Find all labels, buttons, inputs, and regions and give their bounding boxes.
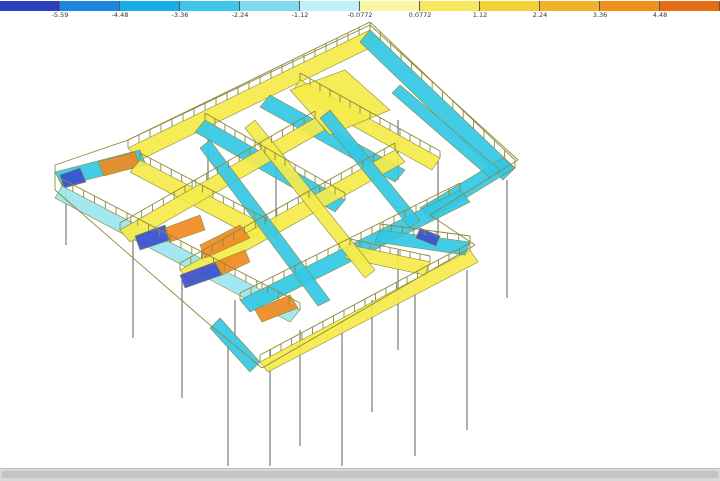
beam-frame-line: [429, 159, 519, 216]
legend-tick-label: -2.24: [231, 11, 249, 19]
scrollbar-thumb[interactable]: [2, 471, 718, 478]
floor-beams: [54, 29, 516, 373]
legend-tick-label: 1.12: [472, 11, 488, 19]
color-scale-legend: -5.59 -4.48 -3.36 -2.24 -1.12 -0.0772 0.0772 1.…: [0, 0, 720, 23]
color-scale-strip: [0, 1, 720, 11]
legend-color-segment: [60, 1, 120, 11]
legend-tick-label: -5.59: [51, 11, 69, 19]
legend-tick-label: -4.48: [111, 11, 129, 19]
legend-tick-label: 3.36: [592, 11, 608, 19]
legend-color-segment: [240, 1, 300, 11]
legend-color-segment: [180, 1, 240, 11]
legend-tick-label: -3.36: [171, 11, 189, 19]
legend-color-segment: [600, 1, 660, 11]
legend-color-segment: [360, 1, 420, 11]
legend-tick-label: 2.24: [532, 11, 548, 19]
legend-color-segment: [120, 1, 180, 11]
legend-color-segment: [540, 1, 600, 11]
legend-tick-label: 4.48: [652, 11, 668, 19]
horizontal-scrollbar[interactable]: [0, 468, 720, 481]
beam-band: [164, 214, 206, 243]
legend-tick-label: -1.12: [291, 11, 309, 19]
legend-tick-label: 0.0772: [408, 11, 432, 19]
legend-color-segment: [420, 1, 480, 11]
structural-model-render[interactable]: [0, 22, 720, 466]
legend-tick-label: -0.0772: [347, 11, 373, 19]
legend-color-segment: [0, 1, 60, 11]
legend-color-segment: [660, 1, 720, 11]
model-viewport[interactable]: [0, 22, 720, 466]
legend-color-segment: [480, 1, 540, 11]
beam-frame-line: [209, 324, 263, 369]
legend-color-segment: [300, 1, 360, 11]
color-scale-labels: -5.59 -4.48 -3.36 -2.24 -1.12 -0.0772 0.0772 1.…: [0, 11, 720, 21]
